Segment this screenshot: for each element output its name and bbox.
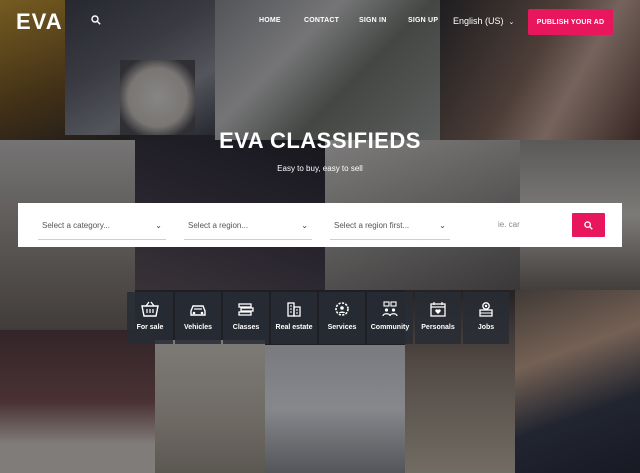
calendar-heart-icon: [430, 302, 446, 317]
basket-icon: [141, 301, 159, 317]
category-label: Services: [327, 324, 357, 331]
search-bar: Select a category... ⌄ Select a region..…: [18, 203, 622, 247]
chevron-down-icon: ⌄: [155, 221, 162, 230]
category-select[interactable]: Select a category... ⌄: [38, 216, 166, 240]
category-services[interactable]: Services: [319, 292, 365, 344]
category-label: For sale: [136, 324, 164, 331]
language-label: English (US): [453, 16, 504, 26]
brand-logo[interactable]: EVA: [16, 9, 63, 35]
region-select[interactable]: Select a region... ⌄: [184, 216, 312, 240]
hero-subtitle: Easy to buy, easy to sell: [277, 164, 363, 173]
nav-home-link[interactable]: HOME: [259, 17, 281, 24]
chevron-down-icon: ⌄: [508, 19, 515, 26]
gear-person-icon: [335, 302, 349, 316]
books-icon: [238, 303, 254, 316]
building-icon: [287, 302, 301, 317]
category-personals[interactable]: Personals: [415, 292, 461, 344]
search-icon: [584, 220, 593, 230]
chevron-down-icon: ⌄: [439, 221, 446, 230]
chevron-down-icon: ⌄: [301, 221, 308, 230]
language-selector[interactable]: English (US) ⌄: [453, 16, 514, 26]
category-jobs[interactable]: Jobs: [463, 292, 509, 344]
category-label: Classes: [232, 324, 260, 331]
chat-people-icon: [382, 301, 398, 317]
search-submit-button[interactable]: [572, 213, 605, 237]
hero-title: EVA CLASSIFIEDS: [219, 128, 421, 153]
search-icon[interactable]: [91, 15, 101, 25]
region-select-value: Select a region...: [188, 221, 249, 230]
category-label: Vehicles: [183, 324, 213, 331]
briefcase-person-icon: [479, 302, 493, 317]
nav-sign-up-link[interactable]: SIGN UP: [408, 17, 438, 24]
category-tiles: For sale Vehicles Classes Real estate Se…: [127, 292, 509, 344]
category-real-estate[interactable]: Real estate: [271, 292, 317, 344]
category-label: Real estate: [275, 324, 313, 331]
keyword-input[interactable]: [498, 220, 578, 229]
category-label: Personals: [421, 324, 455, 331]
category-for-sale[interactable]: For sale: [127, 292, 173, 344]
category-community[interactable]: Community: [367, 292, 413, 344]
publish-ad-button[interactable]: PUBLISH YOUR AD: [528, 9, 613, 35]
publish-ad-label: PUBLISH YOUR AD: [536, 18, 605, 26]
city-select-value: Select a region first...: [334, 221, 410, 230]
category-label: Community: [370, 324, 410, 331]
nav-sign-in-link[interactable]: SIGN IN: [359, 17, 386, 24]
category-vehicles[interactable]: Vehicles: [175, 292, 221, 344]
category-label: Jobs: [477, 324, 495, 331]
category-classes[interactable]: Classes: [223, 292, 269, 344]
city-select[interactable]: Select a region first... ⌄: [330, 216, 450, 240]
category-select-value: Select a category...: [42, 221, 110, 230]
car-icon: [190, 305, 206, 316]
nav-contact-link[interactable]: CONTACT: [304, 17, 339, 24]
